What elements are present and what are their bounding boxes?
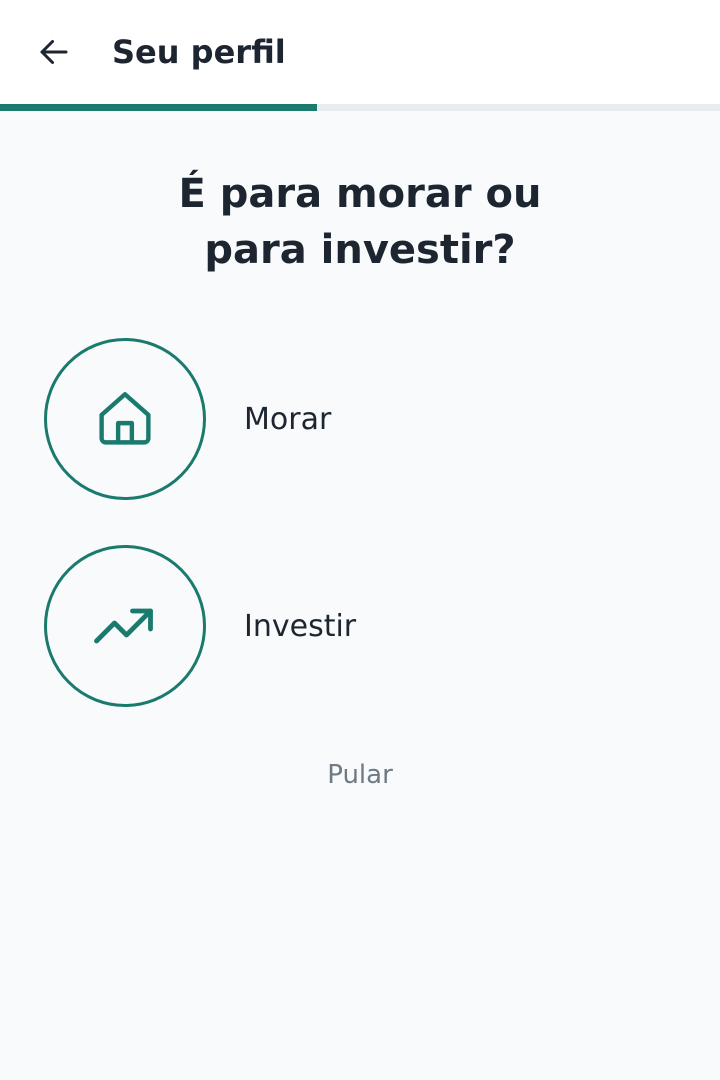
progress-bar-fill xyxy=(0,104,317,111)
option-investir-label: Investir xyxy=(244,608,357,644)
question-line-1: É para morar ou xyxy=(178,171,542,217)
skip-link[interactable]: Pular xyxy=(327,760,393,790)
option-investir-circle xyxy=(44,545,206,707)
back-button[interactable] xyxy=(24,24,84,80)
app-screen: Seu perfil É para morar ou para investir… xyxy=(0,0,720,1080)
trending-up-icon xyxy=(94,608,153,644)
page-title: Seu perfil xyxy=(112,33,286,71)
question-line-2: para investir? xyxy=(204,227,516,273)
option-morar[interactable]: Morar xyxy=(44,338,684,500)
skip-row: Pular xyxy=(0,760,720,790)
arrow-left-icon xyxy=(40,40,68,64)
progress-bar xyxy=(0,104,720,111)
option-morar-circle xyxy=(44,338,206,500)
header-bar: Seu perfil xyxy=(0,0,720,104)
option-morar-label: Morar xyxy=(244,401,332,437)
question-heading: É para morar ou para investir? xyxy=(0,166,720,278)
option-investir[interactable]: Investir xyxy=(44,545,684,707)
house-icon xyxy=(99,392,151,445)
